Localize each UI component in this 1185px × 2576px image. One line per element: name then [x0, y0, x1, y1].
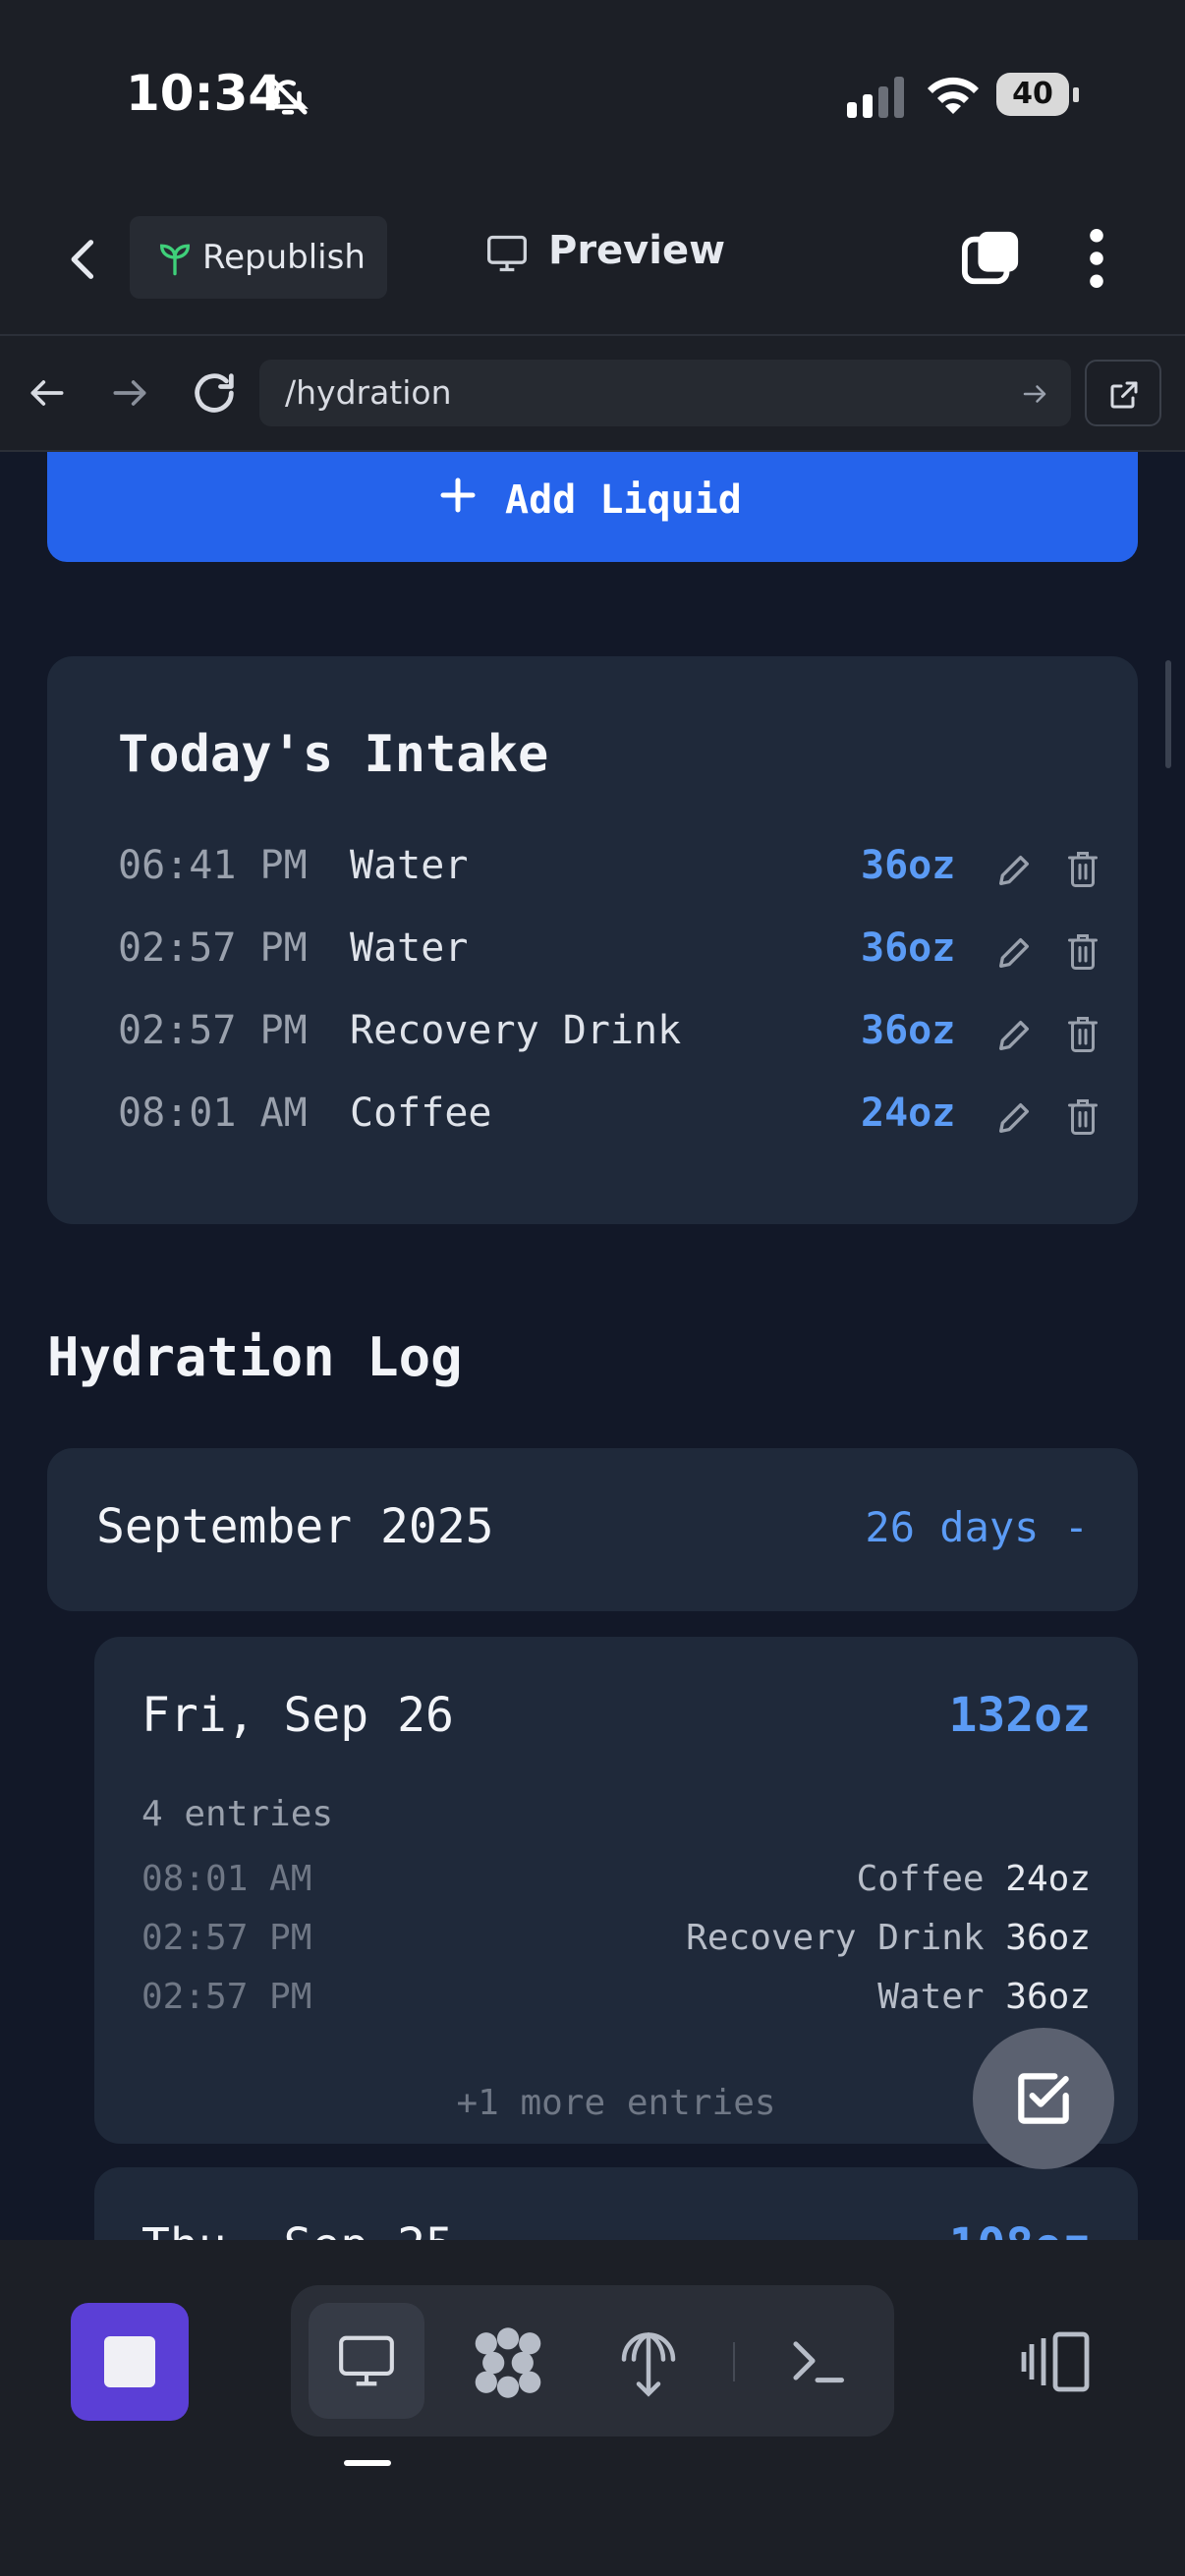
intake-name: Recovery Drink	[350, 1008, 682, 1053]
entry-amount: 36oz	[1005, 1918, 1091, 1958]
pencil-icon[interactable]	[994, 851, 1034, 890]
panels-icon[interactable]	[1020, 2330, 1091, 2393]
battery-level: 40	[996, 73, 1069, 116]
wifi-icon	[928, 77, 979, 114]
day-card[interactable]: Thu, Sep 25 108oz	[94, 2167, 1138, 2240]
intake-row: 06:41 PM Water 36oz	[118, 843, 1098, 902]
hydration-log-title: Hydration Log	[47, 1326, 463, 1388]
signal-icon	[847, 77, 904, 118]
republish-label: Republish	[202, 238, 366, 277]
intake-name: Water	[350, 843, 469, 888]
intake-time: 06:41 PM	[118, 843, 308, 888]
preview-label: Preview	[548, 228, 726, 273]
entry-time: 02:57 PM	[141, 1918, 312, 1958]
scrollbar[interactable]	[1165, 660, 1171, 768]
todays-intake-card: Today's Intake 06:41 PM Water 36oz 02:57…	[47, 656, 1138, 1224]
bottom-bar	[0, 2240, 1185, 2576]
checkbox-fab-button[interactable]	[973, 2028, 1114, 2169]
entry-amount: 36oz	[1005, 1977, 1091, 2017]
pencil-icon[interactable]	[994, 933, 1034, 973]
page-content: Add Liquid Today's Intake 06:41 PM Water…	[0, 452, 1185, 2240]
reload-icon[interactable]	[189, 367, 240, 419]
intake-row: 08:01 AM Coffee 24oz	[118, 1091, 1098, 1149]
intake-time: 02:57 PM	[118, 925, 308, 971]
month-days: 26 days -	[865, 1503, 1089, 1551]
url-bar: /hydration	[0, 336, 1185, 452]
view-switcher	[291, 2285, 894, 2436]
trash-icon[interactable]	[1065, 849, 1100, 890]
tabs-icon[interactable]	[961, 228, 1022, 289]
day-entry-row: 02:57 PM Water 36oz	[141, 1977, 1091, 2026]
monitor-icon[interactable]	[336, 2330, 397, 2391]
go-arrow-icon[interactable]	[1020, 379, 1049, 409]
day-total: 132oz	[948, 1688, 1092, 1743]
external-link-icon	[1110, 381, 1138, 409]
switcher-divider	[733, 2342, 735, 2381]
trash-icon[interactable]	[1065, 1014, 1100, 1055]
status-bar: 10:34 40	[0, 0, 1185, 187]
entry-time: 02:57 PM	[141, 1977, 312, 2017]
trash-icon[interactable]	[1065, 1096, 1100, 1138]
trash-icon[interactable]	[1065, 931, 1100, 973]
day-date: Thu, Sep 25	[141, 2218, 454, 2240]
day-entry-row: 08:01 AM Coffee 24oz	[141, 1859, 1091, 1908]
intake-amount: 36oz	[861, 843, 956, 888]
day-entry-row: 02:57 PM Recovery Drink 36oz	[141, 1918, 1091, 1967]
sprout-icon	[159, 244, 191, 276]
publish-icon[interactable]	[619, 2326, 678, 2397]
pencil-icon[interactable]	[994, 1016, 1034, 1055]
battery-nub	[1073, 87, 1079, 102]
entry-time: 08:01 AM	[141, 1859, 312, 1899]
pencil-icon[interactable]	[994, 1098, 1034, 1138]
entry-name: Recovery Drink	[686, 1918, 985, 1958]
monitor-icon	[487, 235, 527, 272]
todays-intake-title: Today's Intake	[118, 725, 549, 784]
arrow-left-icon[interactable]	[26, 371, 69, 415]
chevron-left-icon[interactable]	[59, 232, 110, 287]
plus-icon	[440, 477, 476, 513]
day-date: Fri, Sep 26	[141, 1688, 454, 1743]
day-total: 108oz	[949, 2218, 1092, 2240]
month-label: September 2025	[96, 1499, 494, 1554]
intake-row: 02:57 PM Recovery Drink 36oz	[118, 1008, 1098, 1067]
stop-button[interactable]	[71, 2303, 189, 2421]
intake-name: Water	[350, 925, 469, 971]
intake-amount: 36oz	[861, 1008, 956, 1053]
url-text: /hydration	[285, 373, 452, 412]
more-vertical-icon[interactable]	[1079, 228, 1114, 289]
active-indicator	[344, 2460, 391, 2466]
republish-button[interactable]: Republish	[130, 216, 387, 299]
top-toolbar: Republish Preview	[0, 187, 1185, 336]
battery-indicator: 40	[996, 73, 1081, 118]
entry-amount: 24oz	[1005, 1859, 1091, 1899]
intake-name: Coffee	[350, 1091, 492, 1136]
day-entry-count: 4 entries	[141, 1794, 334, 1834]
add-liquid-button[interactable]: Add Liquid	[47, 452, 1138, 562]
open-external-button[interactable]	[1085, 360, 1161, 426]
add-liquid-label: Add Liquid	[505, 477, 742, 523]
intake-row: 02:57 PM Water 36oz	[118, 925, 1098, 984]
checkbox-icon	[1018, 2073, 1069, 2124]
url-field[interactable]: /hydration	[259, 360, 1071, 426]
apps-icon[interactable]	[472, 2326, 544, 2399]
intake-amount: 36oz	[861, 925, 956, 971]
entry-name: Water	[877, 1977, 985, 2017]
stop-icon	[104, 2336, 155, 2387]
status-time: 10:34	[126, 65, 283, 122]
entry-name: Coffee	[856, 1859, 985, 1899]
intake-amount: 24oz	[861, 1091, 956, 1136]
bell-slash-icon	[268, 76, 309, 115]
arrow-right-icon[interactable]	[108, 371, 151, 415]
terminal-icon[interactable]	[788, 2334, 847, 2387]
month-group-header[interactable]: September 2025 26 days -	[47, 1448, 1138, 1611]
intake-time: 02:57 PM	[118, 1008, 308, 1053]
intake-time: 08:01 AM	[118, 1091, 308, 1136]
